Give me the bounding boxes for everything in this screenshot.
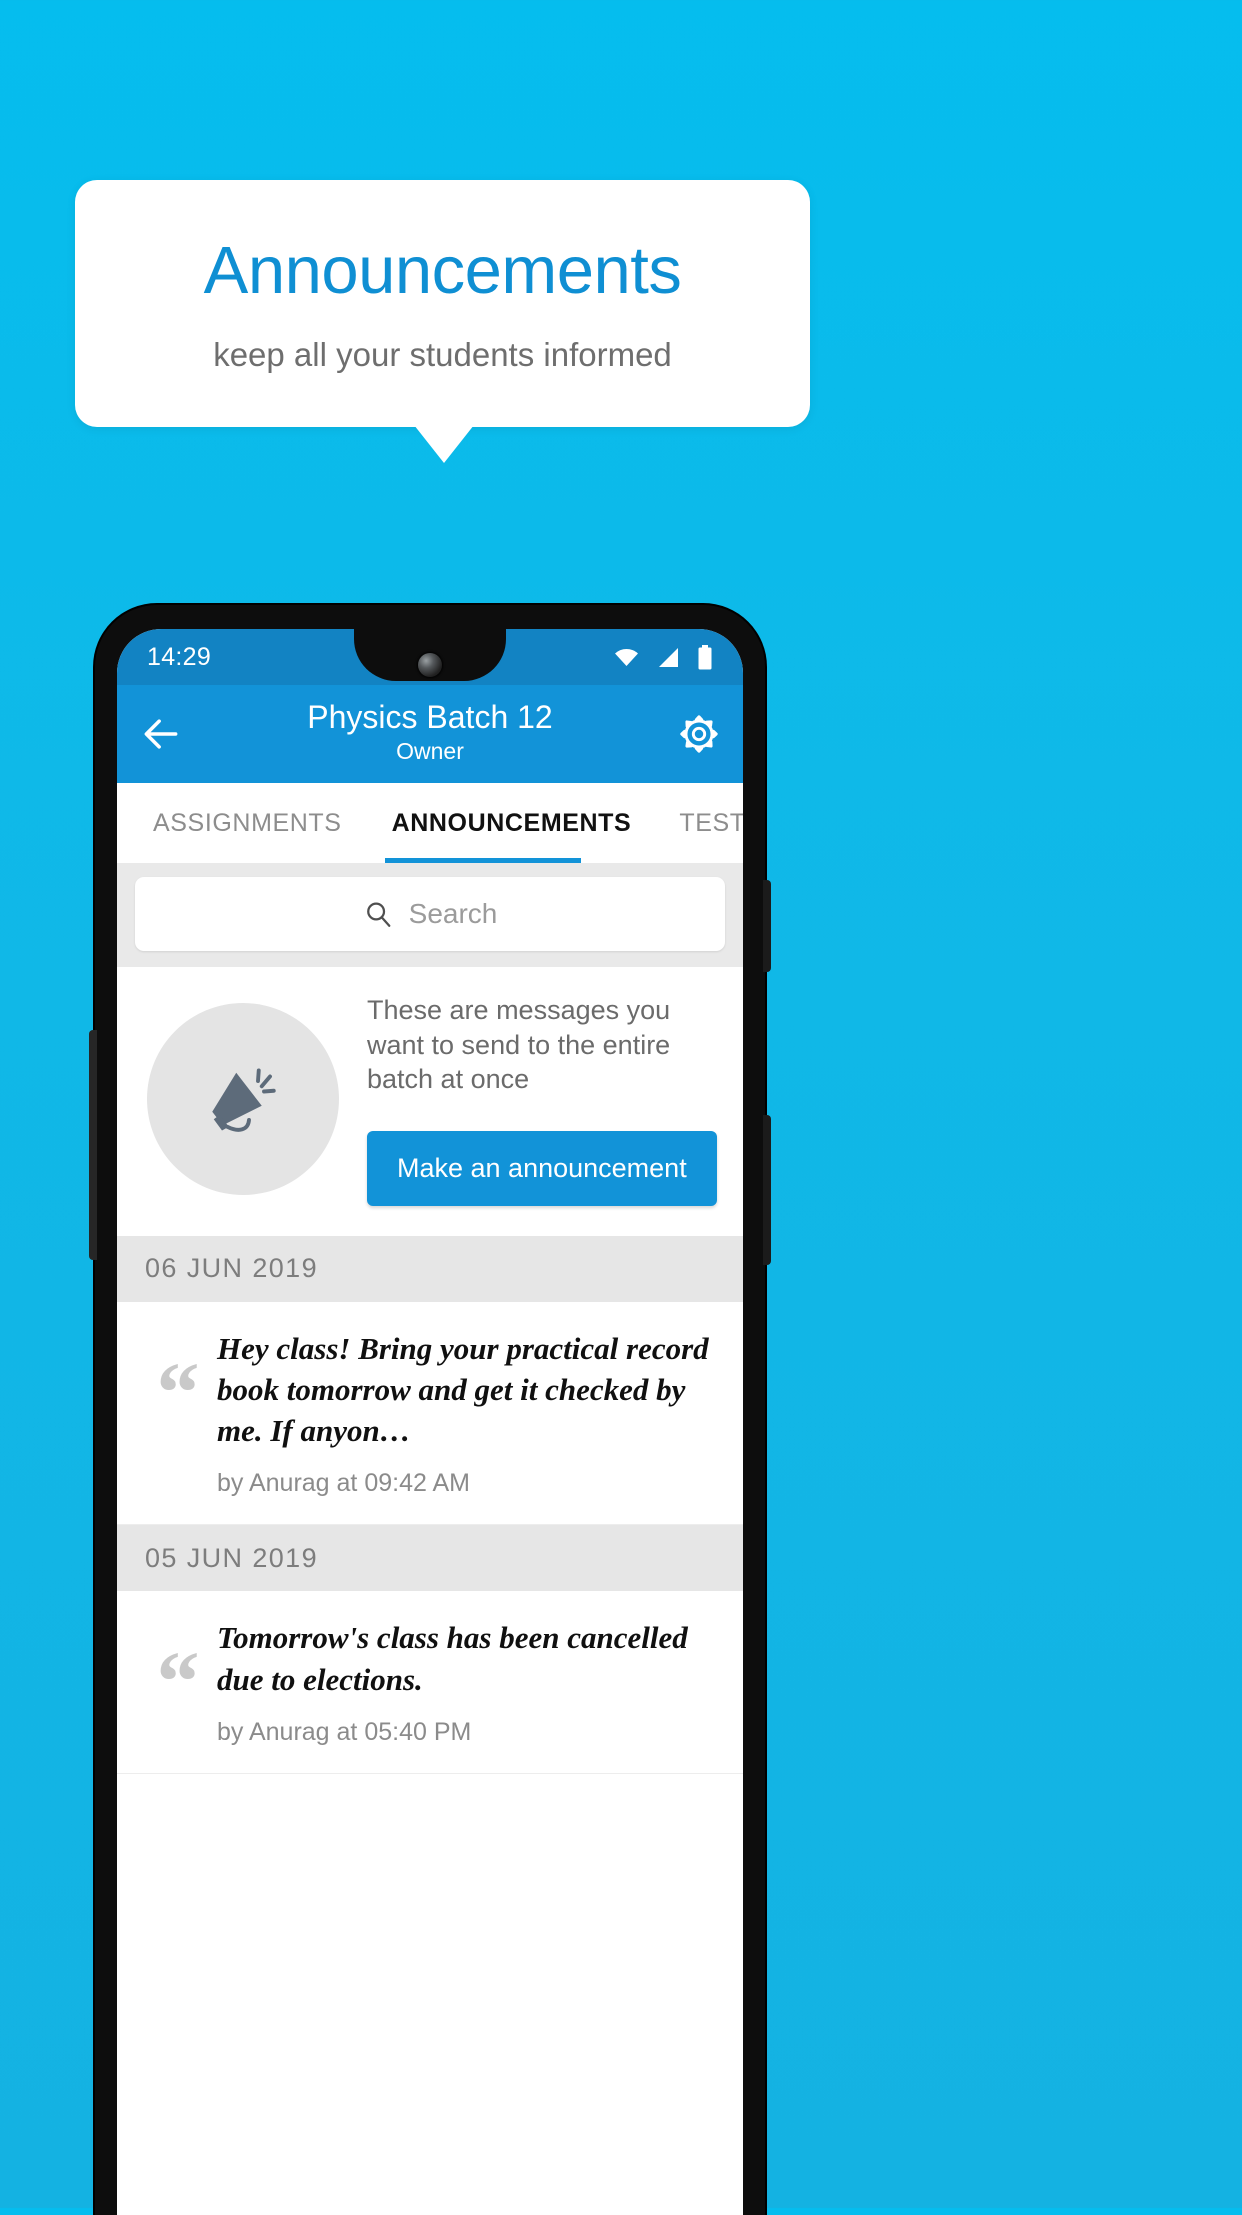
app-bar-titles: Physics Batch 12 Owner bbox=[183, 699, 677, 765]
camera-notch bbox=[354, 629, 506, 681]
announcement-meta: by Anurag at 09:42 AM bbox=[217, 1469, 470, 1498]
page-title: Physics Batch 12 bbox=[307, 699, 553, 736]
empty-state-text: These are messages you want to send to t… bbox=[367, 995, 671, 1095]
announcement-text: Hey class! Bring your practical record b… bbox=[217, 1330, 709, 1449]
tab-tests[interactable]: TESTS bbox=[679, 809, 743, 838]
announcement-body: Hey class! Bring your practical record b… bbox=[217, 1328, 721, 1499]
phone-power-button[interactable] bbox=[763, 880, 771, 972]
make-announcement-button[interactable]: Make an announcement bbox=[367, 1130, 717, 1206]
gear-icon[interactable] bbox=[677, 712, 721, 756]
search-icon bbox=[366, 902, 391, 927]
status-time: 14:29 bbox=[147, 642, 212, 671]
quote-icon: “ bbox=[156, 1633, 200, 1730]
tab-assignments[interactable]: ASSIGNMENTS bbox=[153, 809, 342, 838]
megaphone-icon bbox=[212, 1068, 276, 1133]
tab-active-indicator bbox=[385, 858, 581, 863]
announcement-row[interactable]: “ Tomorrow's class has been cancelled du… bbox=[117, 1591, 743, 1774]
status-bar: 14:29 bbox=[117, 629, 743, 685]
wifi-icon bbox=[615, 648, 638, 666]
status-icons bbox=[614, 644, 713, 670]
back-arrow-icon[interactable] bbox=[139, 712, 183, 756]
search-placeholder: Search bbox=[408, 898, 498, 929]
page-subtitle: Owner bbox=[396, 738, 464, 765]
promo-card-tail bbox=[414, 425, 474, 463]
phone-screen: 14:29 Physics Batch 12 Owner ASSIGNMENTS… bbox=[117, 629, 743, 2215]
phone-frame: 14:29 Physics Batch 12 Owner ASSIGNMENTS… bbox=[89, 605, 771, 2215]
empty-state-content: These are messages you want to send to t… bbox=[367, 993, 717, 1206]
promo-subtitle: keep all your students informed bbox=[213, 335, 672, 373]
quote-icon: “ bbox=[156, 1343, 200, 1440]
search-section: Search bbox=[117, 863, 743, 967]
signal-icon bbox=[659, 647, 678, 667]
search-input[interactable]: Search bbox=[135, 877, 725, 951]
battery-icon bbox=[698, 644, 712, 669]
front-camera-icon bbox=[418, 653, 442, 677]
announcement-meta: by Anurag at 05:40 PM bbox=[217, 1717, 472, 1746]
announcement-text: Tomorrow's class has been cancelled due … bbox=[217, 1620, 688, 1697]
empty-state-promo: These are messages you want to send to t… bbox=[117, 967, 743, 1236]
promo-title: Announcements bbox=[203, 232, 682, 308]
announcement-row[interactable]: “ Hey class! Bring your practical record… bbox=[117, 1301, 743, 1526]
date-header: 05 JUN 2019 bbox=[117, 1525, 743, 1592]
megaphone-badge bbox=[147, 1003, 339, 1196]
announcement-body: Tomorrow's class has been cancelled due … bbox=[217, 1617, 721, 1746]
tab-announcements[interactable]: ANNOUNCEMENTS bbox=[392, 809, 632, 838]
date-header: 06 JUN 2019 bbox=[117, 1235, 743, 1302]
app-bar: Physics Batch 12 Owner bbox=[117, 685, 743, 783]
phone-volume-button[interactable] bbox=[763, 1115, 771, 1265]
phone-side-button[interactable] bbox=[89, 1030, 97, 1260]
tab-bar: ASSIGNMENTS ANNOUNCEMENTS TESTS V bbox=[117, 783, 743, 863]
promo-card: Announcements keep all your students inf… bbox=[75, 180, 810, 427]
